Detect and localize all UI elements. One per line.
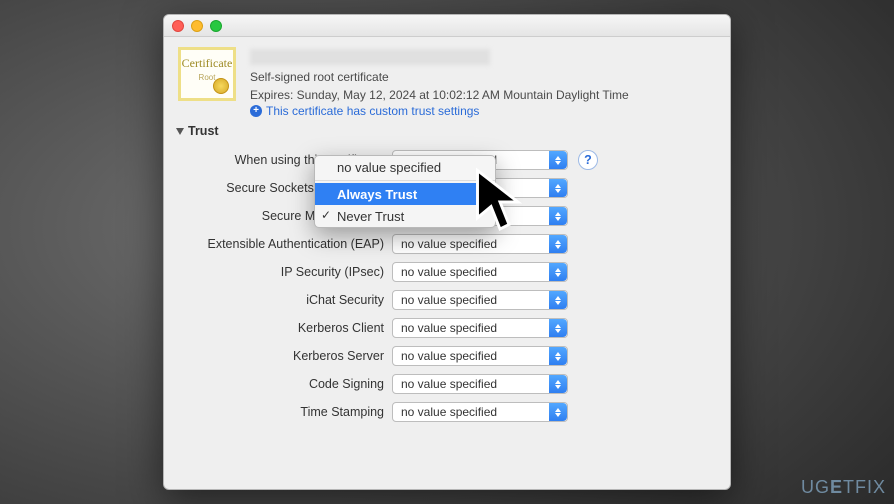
select-ichat[interactable]: no value specified [392,290,568,310]
window-zoom-button[interactable] [210,20,222,32]
select-value: no value specified [401,377,497,391]
select-value: no value specified [401,237,497,251]
checkmark-icon: ✓ [321,208,331,222]
select-stepper-icon [549,151,567,169]
select-code-signing[interactable]: no value specified [392,374,568,394]
row-ipsec: IP Security (IPsec) no value specified [164,258,730,286]
select-value: no value specified [401,265,497,279]
cert-expiry: Expires: Sunday, May 12, 2024 at 10:02:1… [250,86,629,104]
row-kerberos-server: Kerberos Server no value specified [164,342,730,370]
select-stepper-icon [549,207,567,225]
select-kerberos-server[interactable]: no value specified [392,346,568,366]
row-label: Kerberos Client [164,321,392,335]
dropdown-option-label: no value specified [337,160,441,175]
row-code-signing: Code Signing no value specified [164,370,730,398]
row-label: iChat Security [164,293,392,307]
row-label: Kerberos Server [164,349,392,363]
certificate-seal-icon [213,78,229,94]
certificate-icon: Certificate Root [178,47,236,101]
select-stepper-icon [549,403,567,421]
select-kerberos-client[interactable]: no value specified [392,318,568,338]
select-ipsec[interactable]: no value specified [392,262,568,282]
dropdown-option-always-trust[interactable]: Always Trust [315,183,495,205]
row-label: Time Stamping [164,405,392,419]
row-time-stamping: Time Stamping no value specified [164,398,730,426]
select-stepper-icon [549,179,567,197]
certificate-name-redacted [250,49,490,65]
select-value: no value specified [401,405,497,419]
trust-section-label: Trust [188,124,219,138]
trust-section-toggle[interactable]: Trust [164,122,730,144]
dropdown-option-label: Never Trust [337,209,404,224]
watermark: UGETFIX [801,477,886,498]
dropdown-option-no-value[interactable]: no value specified [315,156,495,178]
keychain-cert-window: Certificate Root Self-signed root certif… [163,14,731,490]
disclosure-triangle-icon [176,128,184,135]
dropdown-option-label: Always Trust [337,187,417,202]
dropdown-option-never-trust[interactable]: ✓ Never Trust [315,205,495,227]
row-label: Code Signing [164,377,392,391]
select-stepper-icon [549,263,567,281]
row-label: Extensible Authentication (EAP) [164,237,392,251]
plus-icon: + [250,105,262,117]
row-kerberos-client: Kerberos Client no value specified [164,314,730,342]
cert-custom-trust-note: + This certificate has custom trust sett… [250,104,629,118]
row-ichat: iChat Security no value specified [164,286,730,314]
select-value: no value specified [401,321,497,335]
dropdown-separator [315,180,495,181]
select-stepper-icon [549,375,567,393]
certificate-icon-word: Certificate [182,56,233,71]
select-stepper-icon [549,235,567,253]
select-stepper-icon [549,291,567,309]
select-stepper-icon [549,347,567,365]
select-time-stamping[interactable]: no value specified [392,402,568,422]
select-value: no value specified [401,349,497,363]
select-eap[interactable]: no value specified [392,234,568,254]
cert-custom-trust-text: This certificate has custom trust settin… [266,104,479,118]
trust-policy-dropdown[interactable]: no value specified Always Trust ✓ Never … [314,155,496,228]
row-label: IP Security (IPsec) [164,265,392,279]
select-value: no value specified [401,293,497,307]
row-eap: Extensible Authentication (EAP) no value… [164,230,730,258]
window-close-button[interactable] [172,20,184,32]
certificate-icon-root: Root [199,73,216,82]
help-button[interactable]: ? [578,150,598,170]
window-titlebar [164,15,730,37]
select-stepper-icon [549,319,567,337]
mouse-cursor-icon [473,168,527,237]
cert-subtitle: Self-signed root certificate [250,68,629,86]
window-minimize-button[interactable] [191,20,203,32]
